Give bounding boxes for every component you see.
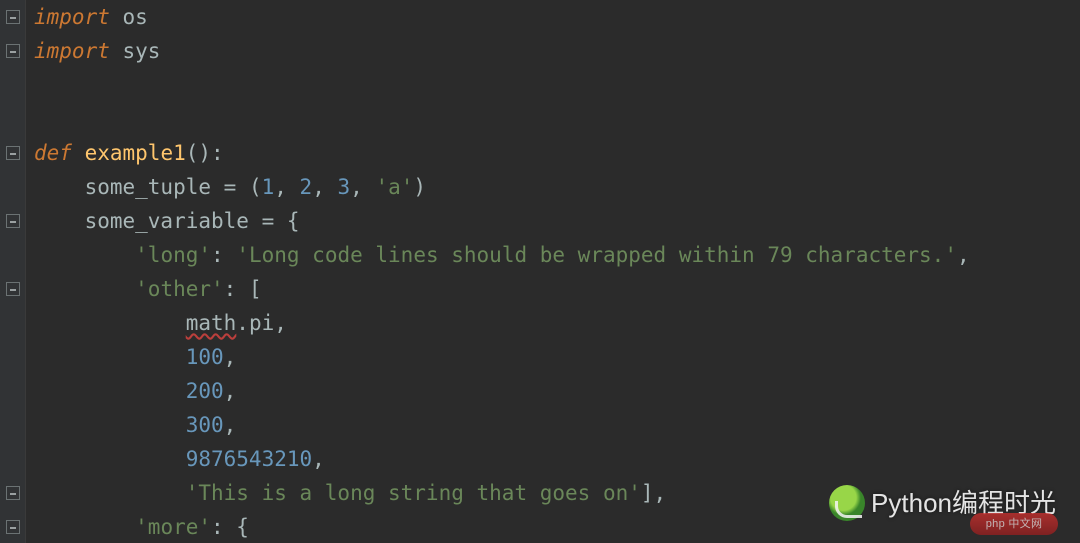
token-punct xyxy=(34,345,186,369)
code-line[interactable]: some_tuple = (1, 2, 3, 'a') xyxy=(34,170,1072,204)
token-ident: math xyxy=(186,311,237,335)
fold-toggle-icon[interactable] xyxy=(6,520,20,534)
editor-gutter xyxy=(0,0,26,543)
token-punct xyxy=(34,243,135,267)
fold-toggle-icon[interactable] xyxy=(6,282,20,296)
code-line[interactable]: 200, xyxy=(34,374,1072,408)
token-punct: = { xyxy=(262,209,300,233)
token-ident: .pi xyxy=(236,311,274,335)
token-punct: : xyxy=(211,243,236,267)
token-punct: ], xyxy=(641,481,666,505)
token-punct xyxy=(72,141,85,165)
token-num: 300 xyxy=(186,413,224,437)
code-line[interactable]: def example1(): xyxy=(34,136,1072,170)
token-str: 'a' xyxy=(375,175,413,199)
code-line[interactable]: 'more': { xyxy=(34,510,1072,543)
token-num: 200 xyxy=(186,379,224,403)
token-punct xyxy=(34,515,135,539)
token-str: 'other' xyxy=(135,277,224,301)
token-str: 'This is a long string that goes on' xyxy=(186,481,641,505)
token-punct: : { xyxy=(211,515,249,539)
token-ident: sys xyxy=(123,39,161,63)
code-line[interactable] xyxy=(34,68,1072,102)
token-str: 'more' xyxy=(135,515,211,539)
code-line[interactable]: some_variable = { xyxy=(34,204,1072,238)
token-ident: some_tuple xyxy=(34,175,224,199)
token-ident: os xyxy=(123,5,148,29)
token-punct: , xyxy=(350,175,375,199)
token-punct xyxy=(34,277,135,301)
token-punct: , xyxy=(224,345,237,369)
code-line[interactable]: 300, xyxy=(34,408,1072,442)
token-num: 1 xyxy=(262,175,275,199)
fold-toggle-icon[interactable] xyxy=(6,214,20,228)
token-ident: some_variable xyxy=(34,209,262,233)
code-line[interactable]: math.pi, xyxy=(34,306,1072,340)
token-punct: : [ xyxy=(224,277,262,301)
code-line[interactable]: 'long': 'Long code lines should be wrapp… xyxy=(34,238,1072,272)
fold-toggle-icon[interactable] xyxy=(6,10,20,24)
token-punct: , xyxy=(274,311,287,335)
fold-toggle-icon[interactable] xyxy=(6,146,20,160)
token-fn: example1 xyxy=(85,141,186,165)
code-line[interactable]: 100, xyxy=(34,340,1072,374)
code-line[interactable]: 'other': [ xyxy=(34,272,1072,306)
token-punct xyxy=(34,311,186,335)
token-kw: import xyxy=(34,5,110,29)
token-punct: (): xyxy=(186,141,224,165)
token-punct xyxy=(110,5,123,29)
code-line[interactable]: 9876543210, xyxy=(34,442,1072,476)
token-punct: , xyxy=(312,175,337,199)
code-line[interactable]: 'This is a long string that goes on'], xyxy=(34,476,1072,510)
code-line[interactable]: import os xyxy=(34,0,1072,34)
token-punct: ) xyxy=(413,175,426,199)
token-punct: , xyxy=(957,243,970,267)
token-punct: , xyxy=(274,175,299,199)
token-punct: = ( xyxy=(224,175,262,199)
code-line[interactable]: import sys xyxy=(34,34,1072,68)
token-kw: import xyxy=(34,39,110,63)
token-num: 3 xyxy=(338,175,351,199)
token-punct xyxy=(34,481,186,505)
token-str: 'long' xyxy=(135,243,211,267)
token-str: 'Long code lines should be wrapped withi… xyxy=(236,243,957,267)
fold-toggle-icon[interactable] xyxy=(6,44,20,58)
token-punct xyxy=(110,39,123,63)
token-num: 9876543210 xyxy=(186,447,312,471)
token-punct: , xyxy=(224,413,237,437)
token-punct: , xyxy=(224,379,237,403)
token-punct xyxy=(34,379,186,403)
code-line[interactable] xyxy=(34,102,1072,136)
fold-toggle-icon[interactable] xyxy=(6,486,20,500)
token-punct xyxy=(34,447,186,471)
code-area[interactable]: import osimport sysdef example1(): some_… xyxy=(26,0,1080,543)
token-punct: , xyxy=(312,447,325,471)
token-kw: def xyxy=(34,141,72,165)
token-num: 100 xyxy=(186,345,224,369)
token-num: 2 xyxy=(300,175,313,199)
token-punct xyxy=(34,413,186,437)
